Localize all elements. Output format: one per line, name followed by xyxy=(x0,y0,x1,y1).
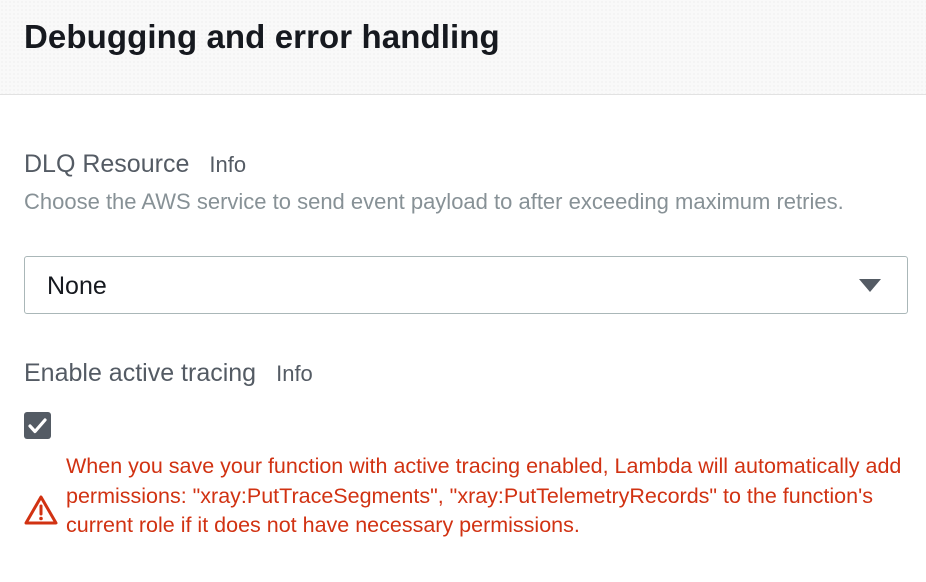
panel-header: Debugging and error handling xyxy=(0,0,926,95)
checkmark-icon xyxy=(28,418,47,434)
dlq-resource-label: DLQ Resource xyxy=(24,150,190,178)
debugging-panel: Debugging and error handling DLQ Resourc… xyxy=(0,0,926,582)
section-title: Debugging and error handling xyxy=(24,18,500,55)
warning-message: When you save your function with active … xyxy=(66,454,902,537)
tracing-label-row: Enable active tracing Info xyxy=(24,359,313,388)
dlq-resource-select[interactable]: None xyxy=(24,256,908,314)
caret-down-icon xyxy=(859,279,881,292)
warning-triangle-icon xyxy=(24,495,58,525)
dlq-selected-value: None xyxy=(47,272,107,300)
tracing-permission-warning: When you save your function with active … xyxy=(24,452,904,576)
dlq-label-row: DLQ Resource Info xyxy=(24,150,246,179)
active-tracing-label: Enable active tracing xyxy=(24,359,257,387)
active-tracing-checkbox[interactable] xyxy=(24,412,51,439)
dlq-info-link[interactable]: Info xyxy=(209,152,246,178)
dlq-description: Choose the AWS service to send event pay… xyxy=(24,189,844,214)
tracing-info-link[interactable]: Info xyxy=(276,361,313,387)
